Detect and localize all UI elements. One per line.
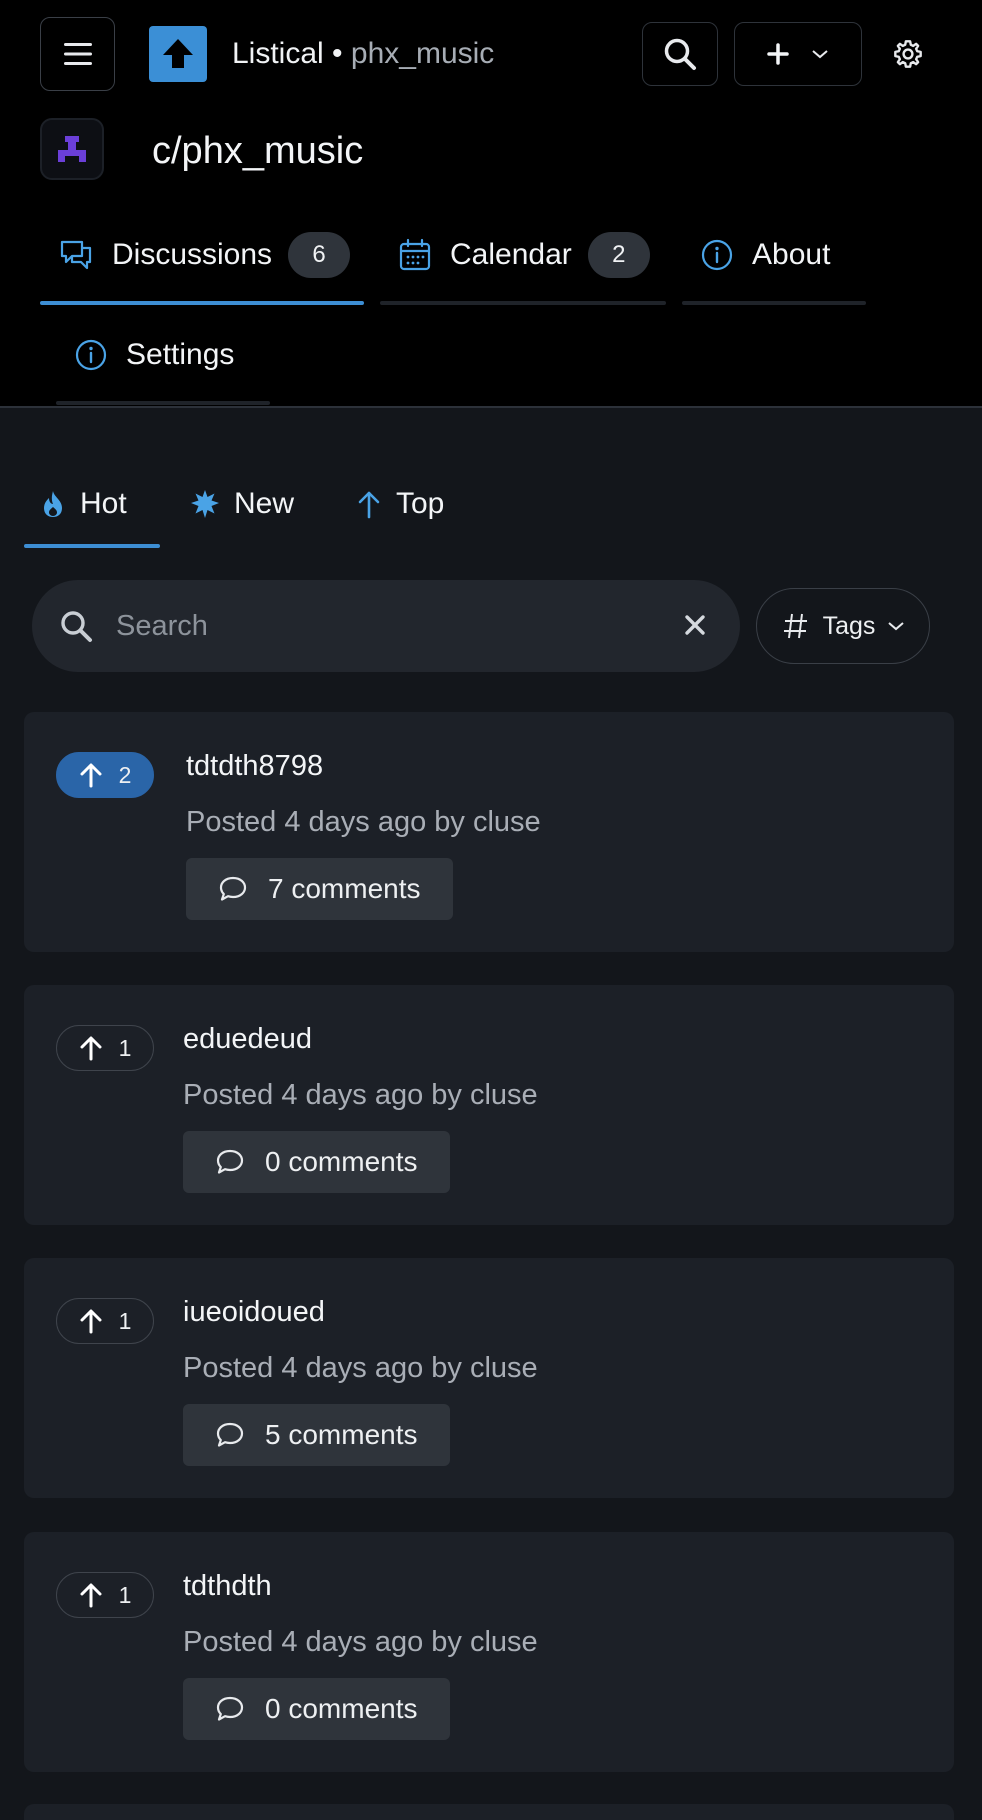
tab-about[interactable]: About xyxy=(682,205,866,305)
sort-top[interactable]: Top xyxy=(356,460,444,548)
tab-settings-underline xyxy=(56,401,270,405)
hash-icon xyxy=(783,613,807,639)
tab-discussions[interactable]: Discussions 6 xyxy=(40,205,364,305)
brand-separator: • xyxy=(332,37,343,70)
upvote-button[interactable]: 1 xyxy=(56,1025,154,1071)
sparkle-icon xyxy=(191,490,219,518)
tab-calendar-count: 2 xyxy=(587,232,650,278)
app-name: Listical xyxy=(232,37,324,70)
post-title[interactable]: iueoidoued xyxy=(183,1294,325,1330)
tab-about-underline xyxy=(682,301,866,305)
info-icon xyxy=(701,239,733,271)
flame-icon xyxy=(44,491,62,517)
tab-calendar[interactable]: Calendar 2 xyxy=(380,205,666,305)
post-meta: Posted 4 days ago by cluse xyxy=(186,806,541,838)
post-card[interactable]: 2 tdtdth8798 Posted 4 days ago by cluse … xyxy=(24,712,954,952)
sort-new[interactable]: New xyxy=(190,460,294,548)
post-card[interactable]: 1 tdthdth Posted 4 days ago by cluse 0 c… xyxy=(24,1532,954,1772)
close-icon xyxy=(685,615,705,635)
search-icon xyxy=(61,611,92,642)
comment-bubble-icon xyxy=(216,1422,244,1447)
post-meta: Posted 4 days ago by cluse xyxy=(183,1626,538,1658)
sort-new-label: New xyxy=(234,487,295,520)
comment-bubble-icon xyxy=(219,876,247,901)
comments-button[interactable]: 0 comments xyxy=(183,1131,450,1193)
app-logo[interactable] xyxy=(149,26,207,82)
calendar-icon xyxy=(399,238,431,271)
community-slug: phx_music xyxy=(350,37,495,70)
vote-count: 1 xyxy=(118,1034,132,1061)
menu-button[interactable] xyxy=(40,17,115,91)
tab-discussions-label: Discussions xyxy=(112,238,273,271)
upvote-button[interactable]: 1 xyxy=(56,1298,154,1344)
tab-settings[interactable]: Settings xyxy=(56,305,270,405)
clear-search-button[interactable] xyxy=(678,608,712,642)
chevron-down-icon xyxy=(812,50,828,59)
upvote-button[interactable]: 1 xyxy=(56,1572,154,1618)
chat-bubbles-icon xyxy=(60,240,92,270)
arrow-up-icon xyxy=(358,491,380,519)
hamburger-icon xyxy=(63,43,92,65)
tab-calendar-label: Calendar xyxy=(450,238,572,271)
comments-count: 0 comments xyxy=(265,1146,418,1177)
vote-count: 1 xyxy=(118,1307,132,1334)
comments-count: 0 comments xyxy=(265,1693,418,1724)
community-title: c/phx_music xyxy=(152,130,364,172)
chevron-down-icon xyxy=(888,622,905,631)
sort-active-underline xyxy=(24,544,160,548)
arrow-up-icon xyxy=(80,1583,102,1608)
upvote-button[interactable]: 2 xyxy=(56,752,154,798)
plus-icon xyxy=(767,43,789,65)
tags-filter-button[interactable]: Tags xyxy=(756,588,930,664)
header-search-button[interactable] xyxy=(642,22,718,86)
post-card-partial[interactable] xyxy=(24,1804,954,1820)
comments-count: 5 comments xyxy=(265,1419,418,1450)
tags-filter-label: Tags xyxy=(822,611,876,640)
comments-count: 7 comments xyxy=(268,873,421,904)
comment-bubble-icon xyxy=(216,1696,244,1721)
vote-count: 2 xyxy=(118,761,132,788)
post-title[interactable]: tdtdth8798 xyxy=(186,748,323,784)
post-card[interactable]: 1 iueoidoued Posted 4 days ago by cluse … xyxy=(24,1258,954,1498)
sort-hot[interactable]: Hot xyxy=(40,460,127,548)
arrow-up-icon xyxy=(80,1036,102,1061)
post-title[interactable]: tdthdth xyxy=(183,1568,272,1604)
post-title[interactable]: eduedeud xyxy=(183,1021,312,1057)
post-meta: Posted 4 days ago by cluse xyxy=(183,1079,538,1111)
post-card[interactable]: 1 eduedeud Posted 4 days ago by cluse 0 … xyxy=(24,985,954,1225)
tab-calendar-underline xyxy=(380,301,666,305)
create-button[interactable] xyxy=(734,22,862,86)
comments-button[interactable]: 5 comments xyxy=(183,1404,450,1466)
tab-discussions-count: 6 xyxy=(288,232,351,278)
comment-bubble-icon xyxy=(216,1149,244,1174)
community-avatar xyxy=(40,118,104,180)
post-meta: Posted 4 days ago by cluse xyxy=(183,1352,538,1384)
sort-hot-label: Hot xyxy=(80,487,127,520)
top-header: Listical • phx_music c/phx_music Discuss… xyxy=(0,0,982,408)
search-input[interactable] xyxy=(116,609,636,643)
community-glyph-icon xyxy=(58,136,86,162)
tab-settings-label: Settings xyxy=(126,338,235,371)
arrow-up-icon xyxy=(80,763,102,788)
info-icon xyxy=(75,339,107,371)
brand-title[interactable]: Listical • phx_music xyxy=(232,34,494,74)
upvote-arrow-logo-icon xyxy=(163,39,193,68)
gear-icon xyxy=(894,40,922,68)
arrow-up-icon xyxy=(80,1309,102,1334)
search-icon xyxy=(664,38,696,70)
comments-button[interactable]: 0 comments xyxy=(183,1678,450,1740)
vote-count: 1 xyxy=(118,1581,132,1608)
post-search-box xyxy=(32,580,740,672)
sort-top-label: Top xyxy=(396,487,445,520)
comments-button[interactable]: 7 comments xyxy=(186,858,453,920)
tab-about-label: About xyxy=(752,238,831,271)
settings-button[interactable] xyxy=(878,22,938,86)
